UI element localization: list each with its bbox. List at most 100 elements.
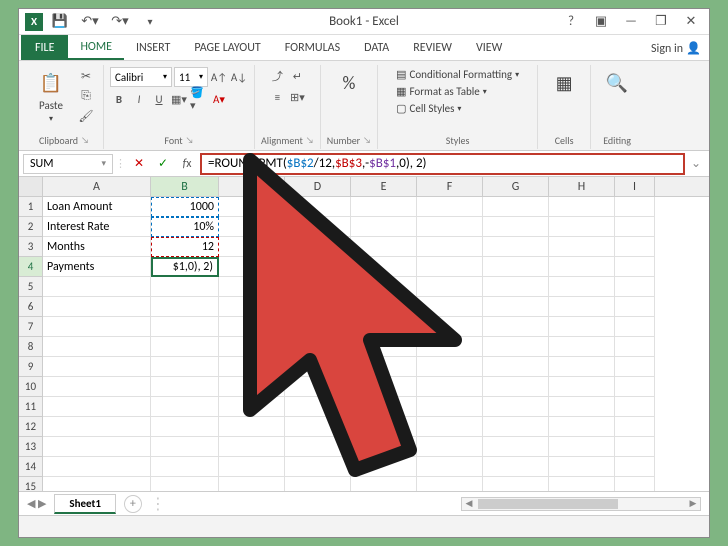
cell-A12[interactable] — [43, 417, 151, 437]
tab-data[interactable]: DATA — [352, 35, 401, 60]
wrap-text-button[interactable]: ↵ — [288, 67, 306, 85]
cell-C14[interactable] — [219, 457, 285, 477]
cell-G1[interactable] — [483, 197, 549, 217]
cell-C12[interactable] — [219, 417, 285, 437]
cell-A5[interactable] — [43, 277, 151, 297]
row-header[interactable]: 7 — [19, 317, 43, 337]
cell-A6[interactable] — [43, 297, 151, 317]
row-header[interactable]: 5 — [19, 277, 43, 297]
cell-H3[interactable] — [549, 237, 615, 257]
col-header-b[interactable]: B — [151, 177, 219, 196]
number-launcher[interactable]: ↘ — [363, 135, 371, 146]
cell-H12[interactable] — [549, 417, 615, 437]
cell-D13[interactable] — [285, 437, 351, 457]
cell-E5[interactable] — [351, 277, 417, 297]
cell-G2[interactable] — [483, 217, 549, 237]
cell-D2[interactable] — [285, 217, 351, 237]
cell-G8[interactable] — [483, 337, 549, 357]
help-button[interactable]: ? — [557, 11, 585, 33]
cell-A8[interactable] — [43, 337, 151, 357]
enter-formula-button[interactable]: ✓ — [152, 154, 174, 174]
cell-F15[interactable] — [417, 477, 483, 491]
cell-H13[interactable] — [549, 437, 615, 457]
italic-button[interactable]: I — [130, 90, 148, 108]
cell-D6[interactable] — [285, 297, 351, 317]
tab-review[interactable]: REVIEW — [401, 35, 464, 60]
cell-F11[interactable] — [417, 397, 483, 417]
cell-D11[interactable] — [285, 397, 351, 417]
cell-F6[interactable] — [417, 297, 483, 317]
format-painter-button[interactable]: 🖌 — [75, 107, 97, 125]
cell-A13[interactable] — [43, 437, 151, 457]
row-header[interactable]: 8 — [19, 337, 43, 357]
cell-G5[interactable] — [483, 277, 549, 297]
cell-F1[interactable] — [417, 197, 483, 217]
cell-H1[interactable] — [549, 197, 615, 217]
cell-F9[interactable] — [417, 357, 483, 377]
cell-C7[interactable] — [219, 317, 285, 337]
insert-function-button[interactable]: fx — [176, 154, 198, 174]
cell-G12[interactable] — [483, 417, 549, 437]
font-name-selector[interactable]: Calibri▾ — [110, 67, 172, 87]
cell-E8[interactable] — [351, 337, 417, 357]
copy-button[interactable]: ⎘ — [75, 87, 97, 105]
cell-D12[interactable] — [285, 417, 351, 437]
row-header[interactable]: 3 — [19, 237, 43, 257]
cell-G15[interactable] — [483, 477, 549, 491]
cell-A2[interactable]: Interest Rate — [43, 217, 151, 237]
col-header-c[interactable]: C — [219, 177, 285, 196]
cell-F7[interactable] — [417, 317, 483, 337]
cell-H2[interactable] — [549, 217, 615, 237]
cell-E6[interactable] — [351, 297, 417, 317]
merge-button[interactable]: ⊞▾ — [288, 88, 306, 106]
cell-I2[interactable] — [615, 217, 655, 237]
cell-G7[interactable] — [483, 317, 549, 337]
cut-button[interactable]: ✂ — [75, 67, 97, 85]
cell-I14[interactable] — [615, 457, 655, 477]
cell-A11[interactable] — [43, 397, 151, 417]
cell-C15[interactable] — [219, 477, 285, 491]
cell-G10[interactable] — [483, 377, 549, 397]
cell-B7[interactable] — [151, 317, 219, 337]
align-top-button[interactable]: ⤴ — [268, 67, 286, 85]
cell-E10[interactable] — [351, 377, 417, 397]
cell-D14[interactable] — [285, 457, 351, 477]
cell-C10[interactable] — [219, 377, 285, 397]
cell-G6[interactable] — [483, 297, 549, 317]
cell-H11[interactable] — [549, 397, 615, 417]
number-format-button[interactable]: % — [329, 67, 369, 99]
col-header-h[interactable]: H — [549, 177, 615, 196]
expand-formula-bar-button[interactable]: ⌄ — [687, 156, 705, 171]
tab-home[interactable]: HOME — [68, 35, 124, 60]
cell-C5[interactable] — [219, 277, 285, 297]
cell-C1[interactable] — [219, 197, 285, 217]
cell-G11[interactable] — [483, 397, 549, 417]
name-box[interactable]: SUM▾ — [23, 154, 113, 174]
cell-E15[interactable] — [351, 477, 417, 491]
fill-color-button[interactable]: 🪣▾ — [190, 90, 208, 108]
col-header-e[interactable]: E — [351, 177, 417, 196]
row-header[interactable]: 9 — [19, 357, 43, 377]
alignment-launcher[interactable]: ↘ — [306, 135, 314, 146]
cell-F8[interactable] — [417, 337, 483, 357]
cell-G4[interactable] — [483, 257, 549, 277]
row-header[interactable]: 10 — [19, 377, 43, 397]
cell-F10[interactable] — [417, 377, 483, 397]
qat-undo-button[interactable]: ↶▾ — [77, 11, 103, 33]
cell-G9[interactable] — [483, 357, 549, 377]
find-select-button[interactable]: 🔍 — [597, 67, 637, 99]
row-header[interactable]: 2 — [19, 217, 43, 237]
cell-F3[interactable] — [417, 237, 483, 257]
scroll-left-button[interactable]: ◀ — [462, 498, 476, 510]
cell-B15[interactable] — [151, 477, 219, 491]
cell-F12[interactable] — [417, 417, 483, 437]
cell-B13[interactable] — [151, 437, 219, 457]
row-header[interactable]: 11 — [19, 397, 43, 417]
horizontal-scrollbar[interactable]: ◀ ▶ — [461, 497, 701, 511]
cell-C4[interactable] — [219, 257, 285, 277]
cell-F13[interactable] — [417, 437, 483, 457]
cell-I8[interactable] — [615, 337, 655, 357]
cell-B2[interactable]: 10% — [151, 217, 219, 237]
sheet-tab-sheet1[interactable]: Sheet1 — [54, 494, 116, 514]
cell-B9[interactable] — [151, 357, 219, 377]
